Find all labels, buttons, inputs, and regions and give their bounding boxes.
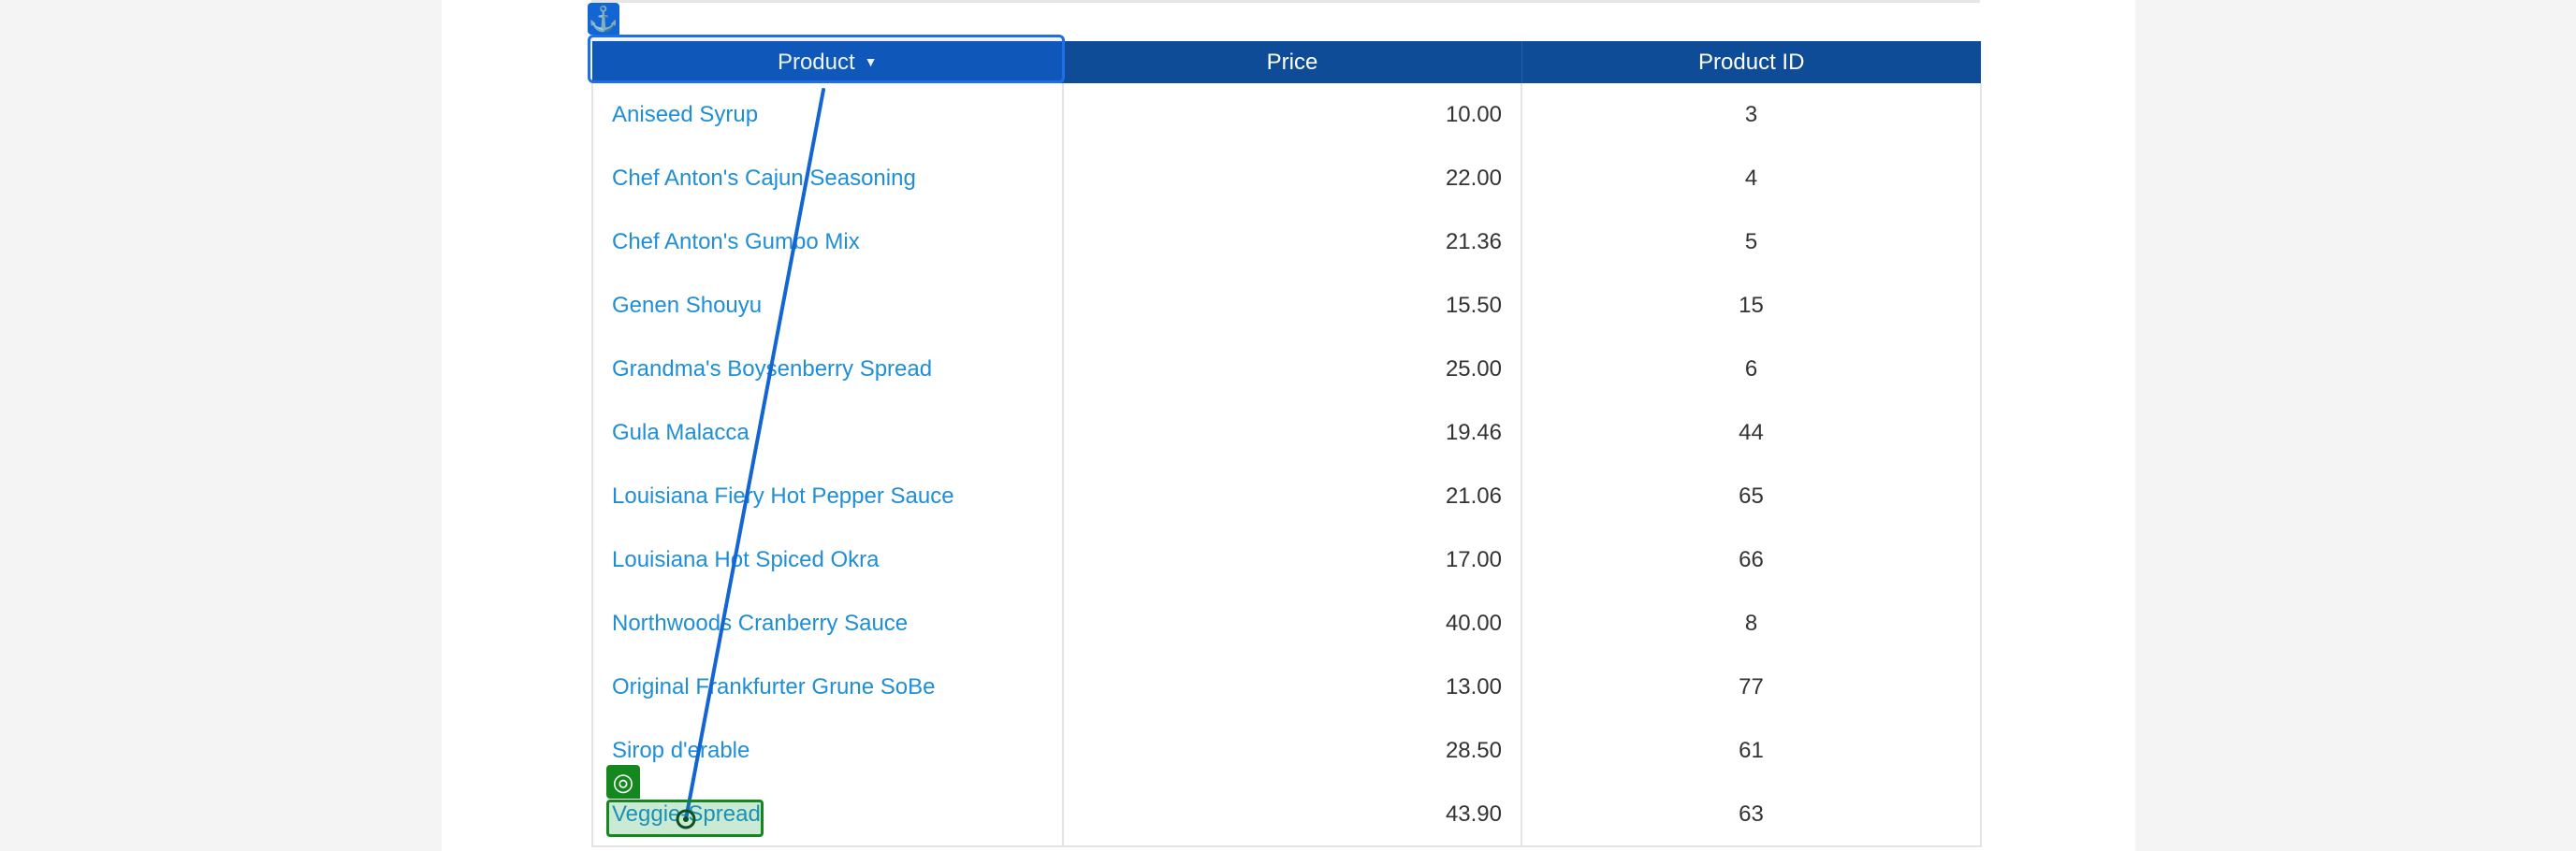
product-link[interactable]: Gula Malacca — [612, 420, 750, 445]
price-cell: 22.00 — [1062, 147, 1522, 210]
price-cell: 17.00 — [1062, 528, 1522, 592]
product-cell[interactable]: Louisiana Fiery Hot Pepper Sauce — [591, 465, 1064, 528]
drop-target-highlight — [606, 800, 764, 837]
product-link[interactable]: Sirop d'erable — [612, 738, 750, 763]
price-cell: 21.36 — [1062, 210, 1522, 274]
product-id-cell: 66 — [1521, 528, 1982, 592]
product-id-cell: 63 — [1521, 783, 1982, 847]
product-link[interactable]: Aniseed Syrup — [612, 102, 758, 127]
table-row: Grandma's Boysenberry Spread 25.00 6 — [591, 338, 1982, 401]
price-cell: 15.50 — [1062, 274, 1522, 338]
table-row: Chef Anton's Gumbo Mix 21.36 5 — [591, 210, 1982, 274]
product-id-cell: 61 — [1521, 719, 1982, 783]
product-cell[interactable]: Genen Shouyu — [591, 274, 1064, 338]
table-row: Northwoods Cranberry Sauce 40.00 8 — [591, 592, 1982, 656]
price-cell: 25.00 — [1062, 338, 1522, 401]
price-cell: 40.00 — [1062, 592, 1522, 656]
price-cell: 21.06 — [1062, 465, 1522, 528]
table-row: Genen Shouyu 15.50 15 — [591, 274, 1982, 338]
product-cell[interactable]: Chef Anton's Gumbo Mix — [591, 210, 1064, 274]
product-link[interactable]: Original Frankfurter Grune SoBe — [612, 674, 935, 700]
price-cell: 19.46 — [1062, 401, 1522, 465]
product-id-cell: 8 — [1521, 592, 1982, 656]
products-table: Product ▼ Price Product ID Aniseed Syrup … — [591, 41, 1982, 847]
product-cell[interactable]: Grandma's Boysenberry Spread — [591, 338, 1064, 401]
price-cell: 43.90 — [1062, 783, 1522, 847]
product-cell[interactable]: Aniseed Syrup — [591, 83, 1064, 147]
product-link[interactable]: Grandma's Boysenberry Spread — [612, 356, 932, 382]
product-id-cell: 77 — [1521, 656, 1982, 719]
column-header-product-id-label: Product ID — [1698, 49, 1805, 75]
product-link[interactable]: Genen Shouyu — [612, 293, 762, 318]
table-row: Sirop d'erable 28.50 61 — [591, 719, 1982, 783]
product-id-cell: 15 — [1521, 274, 1982, 338]
table-row: Chef Anton's Cajun Seasoning 22.00 4 — [591, 147, 1982, 210]
target-icon: ◎ — [606, 765, 640, 799]
product-cell[interactable]: Original Frankfurter Grune SoBe — [591, 656, 1064, 719]
product-link[interactable]: Chef Anton's Cajun Seasoning — [612, 166, 916, 191]
product-link[interactable]: Northwoods Cranberry Sauce — [612, 611, 908, 636]
product-id-cell: 65 — [1521, 465, 1982, 528]
product-cell[interactable]: Louisiana Hot Spiced Okra — [591, 528, 1064, 592]
column-header-price-label: Price — [1266, 49, 1318, 75]
table-row: Louisiana Fiery Hot Pepper Sauce 21.06 6… — [591, 465, 1982, 528]
product-cell[interactable]: Northwoods Cranberry Sauce — [591, 592, 1064, 656]
product-id-cell: 5 — [1521, 210, 1982, 274]
table-row: Gula Malacca 19.46 44 — [591, 401, 1982, 465]
product-id-cell: 6 — [1521, 338, 1982, 401]
product-id-cell: 4 — [1521, 147, 1982, 210]
product-link[interactable]: Louisiana Fiery Hot Pepper Sauce — [612, 483, 954, 509]
product-link[interactable]: Louisiana Hot Spiced Okra — [612, 547, 880, 572]
price-cell: 10.00 — [1062, 83, 1522, 147]
table-row: Veggie-Spread 43.90 63 — [591, 783, 1982, 847]
product-link[interactable]: Chef Anton's Gumbo Mix — [612, 229, 860, 254]
column-header-price[interactable]: Price — [1063, 41, 1522, 83]
table-row: Louisiana Hot Spiced Okra 17.00 66 — [591, 528, 1982, 592]
product-id-cell: 3 — [1521, 83, 1982, 147]
price-cell: 13.00 — [1062, 656, 1522, 719]
column-header-product-id[interactable]: Product ID — [1521, 41, 1981, 83]
product-id-cell: 44 — [1521, 401, 1982, 465]
product-cell[interactable]: Gula Malacca — [591, 401, 1064, 465]
price-cell: 28.50 — [1062, 719, 1522, 783]
drag-source-highlight — [588, 35, 1065, 83]
anchor-icon: ⚓ — [588, 3, 619, 35]
table-row: Original Frankfurter Grune SoBe 13.00 77 — [591, 656, 1982, 719]
table-row: Aniseed Syrup 10.00 3 — [591, 83, 1982, 147]
divider — [591, 0, 1980, 3]
products-grid: Product ▼ Price Product ID Aniseed Syrup … — [591, 41, 1982, 847]
product-cell[interactable]: Sirop d'erable — [591, 719, 1064, 783]
product-cell[interactable]: Chef Anton's Cajun Seasoning — [591, 147, 1064, 210]
page-content: Product ▼ Price Product ID Aniseed Syrup … — [442, 0, 2135, 851]
